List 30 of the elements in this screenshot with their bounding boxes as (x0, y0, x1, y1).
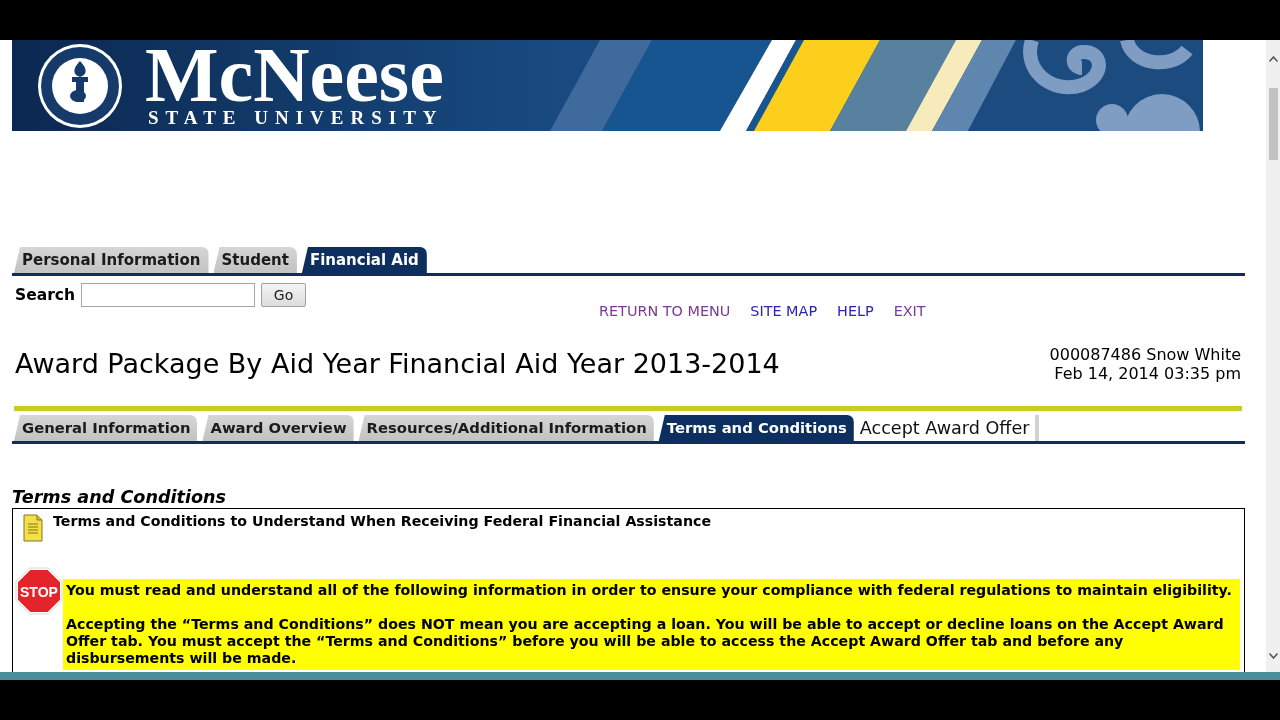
section-tab[interactable]: Resources/Additional Information (358, 415, 654, 441)
nav-tab[interactable]: Personal Information (14, 247, 209, 273)
stop-sign-text: STOP (20, 583, 61, 600)
section-tab[interactable]: General Information (14, 415, 198, 441)
page-title: Award Package By Aid Year Financial Aid Year 2013-2014 (15, 349, 780, 379)
nav-link[interactable]: SITE MAP (750, 303, 818, 320)
logo-wordmark: McNeese (145, 46, 444, 104)
search-field[interactable] (81, 283, 255, 307)
scroll-up-icon[interactable] (1268, 56, 1278, 62)
nav-tab[interactable]: Student (213, 247, 297, 273)
notice-text: Accepting the “Terms and Conditions” does NOT mean you are accepting a loan. You will be able to accept or decline loans on the Accept Award Offer tab. You must accept the “Terms and Conditions” before you will be able to access the Accept Award Offer tab and before any disbursements will be made. (66, 616, 1225, 667)
user-id-name: 000087486 Snow White (1049, 345, 1241, 364)
scroll-thumb[interactable] (1268, 88, 1278, 160)
seal-icon (38, 44, 122, 128)
section-tab[interactable]: Award Overview (202, 415, 354, 441)
nav-tab[interactable]: Financial Aid (301, 247, 427, 273)
timestamp-text: Feb 14, 2014 03:35 pm (1053, 364, 1241, 383)
logo-tagline: STATE UNIVERSITY (148, 110, 444, 126)
nav-link[interactable]: EXIT (893, 303, 926, 320)
document-icon (23, 514, 43, 542)
section-tab[interactable]: Accept Award Offer (858, 415, 1039, 441)
section-heading: Terms and Conditions (12, 487, 228, 507)
notice-text: You must read and understand all of the following information in order to ensure your compliance with federal regulations to maintain eligibility. (66, 582, 1233, 599)
go-button[interactable]: Go (261, 283, 306, 307)
section-tab[interactable]: Terms and Conditions (658, 415, 854, 441)
nav-link[interactable]: HELP (837, 303, 874, 320)
scroll-down-icon[interactable] (1268, 653, 1278, 659)
panel-title: Terms and Conditions to Understand When Receiving Federal Financial Assistance (53, 513, 712, 529)
nav-link[interactable]: RETURN TO MENU (599, 303, 731, 320)
search-label: Search (15, 285, 75, 306)
